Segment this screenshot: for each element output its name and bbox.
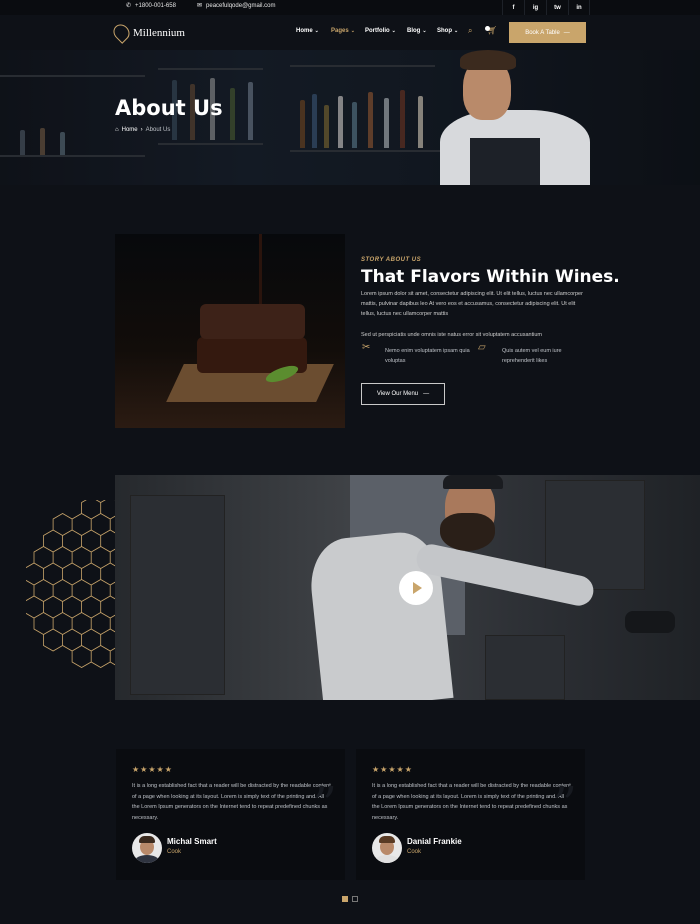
cart-count-badge [485,26,490,31]
nav-item-home[interactable]: Home ⌄ [296,28,319,34]
slider-dot-2[interactable] [352,896,358,902]
chevron-down-icon: ⌄ [454,28,459,34]
nav-item-blog[interactable]: Blog ⌄ [407,28,427,34]
chevron-down-icon: ⌄ [314,28,319,34]
section-eyebrow: STORY ABOUT US [361,257,422,263]
twitter-icon[interactable]: tw [546,0,568,15]
page-title: About Us [115,96,223,120]
play-icon [413,582,422,594]
phone-contact[interactable]: ✆ +1800-001-658 [126,2,176,10]
main-nav: Millennium Home ⌄ Pages ⌄ Portfolio ⌄ Blog ⌄… [0,15,700,50]
book-table-button[interactable]: Book A Table — [509,22,586,43]
rating-stars: ★★★★★ [372,765,413,774]
quote-icon: ” [312,777,337,833]
knife-fork-icon: ✂ [362,342,371,353]
chevron-down-icon: ⌄ [422,28,427,34]
testimonial-card: ★★★★★ It is a long established fact that… [356,749,585,880]
dessert-image [115,234,345,428]
reviewer-role: Cook [167,849,182,855]
top-bar: ✆ +1800-001-658 ✉ peacefulqode@gmail.com… [0,0,700,15]
reviewer-name: Danial Frankie [407,837,462,846]
story-paragraph-2: Sed ut perspiciatis unde omnis iste natu… [361,332,542,338]
rating-stars: ★★★★★ [132,765,173,774]
reviewer-role: Cook [407,849,422,855]
testimonial-card: ★★★★★ It is a long established fact that… [116,749,345,880]
home-icon: ⌂ [115,127,119,133]
slider-dot-1[interactable] [342,896,348,902]
feature-text: Nemo enim voluptatem ipsam quia voluptas [385,348,470,364]
avatar [132,833,162,863]
logo-mark-icon [110,21,133,44]
linkedin-icon[interactable]: in [568,0,590,15]
instagram-icon[interactable]: ig [524,0,546,15]
view-menu-button[interactable]: View Our Menu — [361,383,445,405]
chevron-right-icon: › [140,127,143,133]
reviewer-name: Michal Smart [167,837,217,846]
line-icon: — [423,391,430,397]
mail-icon: ✉ [197,3,203,9]
brand-name: Millennium [133,26,185,39]
section-title: That Flavors Within Wines. [361,267,620,287]
hero-banner [0,50,700,185]
ticket-icon: ▱ [478,342,486,353]
story-paragraph: Lorem ipsum dolor sit amet, consectetur … [361,291,583,317]
email-address: peacefulqode@gmail.com [206,2,276,9]
testimonial-quote: It is a long established fact that a rea… [132,783,331,821]
play-video-button[interactable] [399,571,433,605]
search-icon[interactable]: ⌕ [468,26,472,36]
quote-icon: ” [552,777,577,833]
line-icon: — [563,29,570,36]
phone-icon: ✆ [126,3,132,9]
brand-logo[interactable]: Millennium [110,21,185,44]
chevron-down-icon: ⌄ [391,28,396,34]
facebook-icon[interactable]: f [502,0,524,15]
breadcrumb: ⌂ Home › About Us [115,127,170,133]
nav-item-shop[interactable]: Shop ⌄ [437,28,458,34]
avatar [372,833,402,863]
testimonial-quote: It is a long established fact that a rea… [372,783,571,821]
breadcrumb-home-link[interactable]: Home [122,127,138,133]
feature-text: Quis autem vel eum iure reprehenderit li… [502,348,562,364]
breadcrumb-current: About Us [145,127,171,133]
nav-item-portfolio[interactable]: Portfolio ⌄ [365,28,396,34]
nav-item-pages[interactable]: Pages ⌄ [331,28,355,34]
email-contact[interactable]: ✉ peacefulqode@gmail.com [197,2,276,10]
phone-number: +1800-001-658 [135,2,176,9]
chevron-down-icon: ⌄ [350,28,355,34]
